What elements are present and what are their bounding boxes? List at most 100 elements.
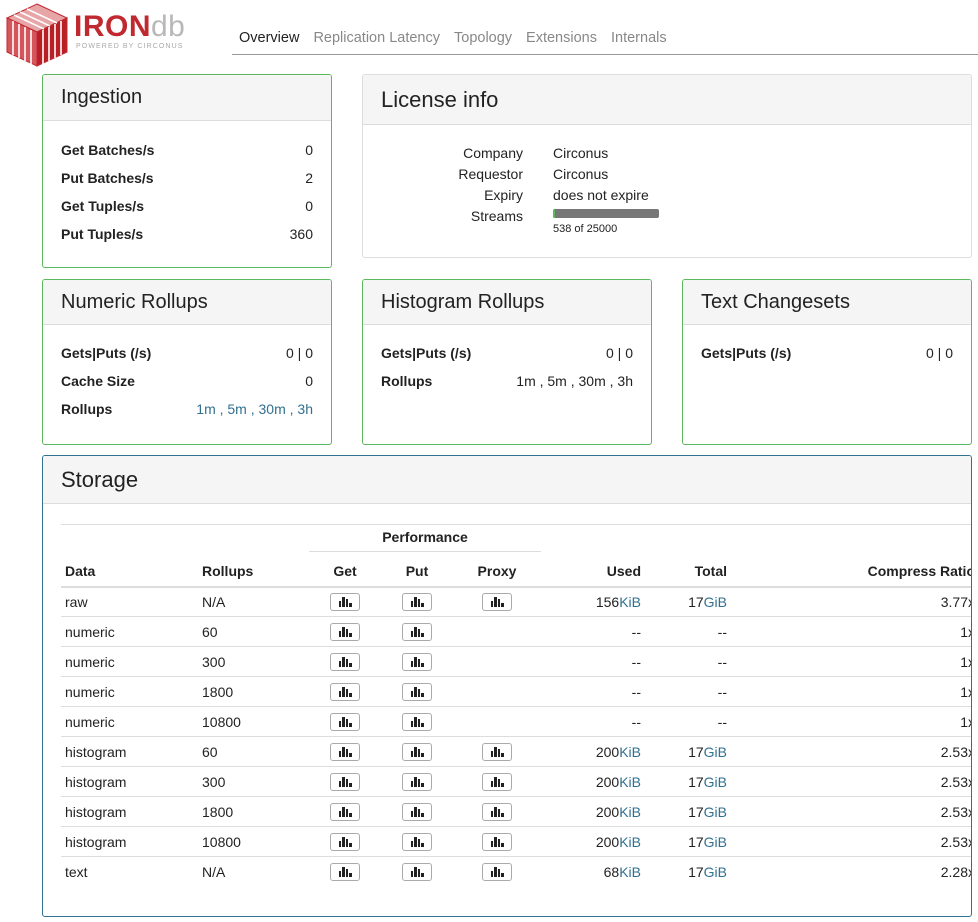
total-value: -- xyxy=(717,683,727,700)
get-chart-button[interactable] xyxy=(330,652,360,671)
col-data-header: Data xyxy=(61,555,198,588)
put-chart-button[interactable] xyxy=(402,712,432,731)
panel-title: Histogram Rollups xyxy=(363,280,651,325)
cell-used: 200KiB xyxy=(541,796,645,827)
cell-rollups: 60 xyxy=(198,736,309,767)
get-chart-button[interactable] xyxy=(330,802,360,821)
cell-put xyxy=(381,616,453,647)
put-chart-button[interactable] xyxy=(402,652,432,671)
total-value: 17 xyxy=(688,833,704,850)
put-chart-button[interactable] xyxy=(402,802,432,821)
panel-title: Numeric Rollups xyxy=(43,280,331,325)
irondb-logo[interactable]: IRONdb POWERED BY CIRCONUS xyxy=(5,2,195,70)
nav-overview[interactable]: Overview xyxy=(239,30,299,46)
cell-compress-ratio: 2.53x xyxy=(731,766,971,797)
kv-get-tuples: Get Tuples/s 0 xyxy=(61,198,313,214)
cell-compress-ratio: 1x xyxy=(731,706,971,737)
streams-count: 538 of 25000 xyxy=(553,223,618,235)
total-unit: GiB xyxy=(703,773,727,790)
cell-put xyxy=(381,676,453,707)
cell-compress-ratio: 1x xyxy=(731,616,971,647)
streams-label: Streams xyxy=(470,208,523,224)
put-chart-button[interactable] xyxy=(402,622,432,641)
cell-used: -- xyxy=(541,676,645,707)
cell-get xyxy=(309,646,381,677)
get-chart-button[interactable] xyxy=(330,682,360,701)
col-total-header: Total xyxy=(645,555,731,588)
cell-proxy xyxy=(453,796,541,827)
get-chart-button[interactable] xyxy=(330,622,360,641)
cell-used: 68KiB xyxy=(541,856,645,887)
cell-used: -- xyxy=(541,646,645,677)
used-value: -- xyxy=(631,683,641,700)
storage-table: Performance Data Rollups Get Put Proxy U… xyxy=(61,524,971,887)
cell-compress-ratio: 1x xyxy=(731,646,971,677)
get-chart-button[interactable] xyxy=(330,592,360,611)
cell-get xyxy=(309,616,381,647)
cell-data: histogram xyxy=(61,766,198,797)
cell-compress-ratio: 1x xyxy=(731,676,971,707)
proxy-chart-button[interactable] xyxy=(482,802,512,821)
cell-data: histogram xyxy=(61,796,198,827)
col-rollups-header: Rollups xyxy=(198,555,309,588)
cell-used: 200KiB xyxy=(541,826,645,857)
cell-total: 17GiB xyxy=(645,766,731,797)
proxy-chart-button[interactable] xyxy=(482,742,512,761)
used-value: 200 xyxy=(595,803,620,820)
ingestion-panel: Ingestion Get Batches/s 0 Put Batches/s 2 … xyxy=(42,74,332,268)
cell-total: 17GiB xyxy=(645,826,731,857)
storage-body: Performance Data Rollups Get Put Proxy U… xyxy=(43,504,971,916)
put-chart-button[interactable] xyxy=(402,742,432,761)
col-used-header: Used xyxy=(541,555,645,588)
histogram-rollups-panel: Histogram Rollups Gets|Puts (/s) 0 | 0 Ro… xyxy=(362,279,652,445)
table-header-row: Data Rollups Get Put Proxy Used Total Co… xyxy=(61,555,971,588)
cell-rollups: 1800 xyxy=(198,796,309,827)
put-chart-button[interactable] xyxy=(402,592,432,611)
nav-extensions[interactable]: Extensions xyxy=(526,30,597,46)
panel-title: License info xyxy=(363,75,971,125)
put-chart-button[interactable] xyxy=(402,682,432,701)
total-unit: GiB xyxy=(703,803,727,820)
get-chart-button[interactable] xyxy=(330,832,360,851)
expiry-value: does not expire xyxy=(553,187,649,203)
put-chart-button[interactable] xyxy=(402,772,432,791)
cell-total: -- xyxy=(645,676,731,707)
proxy-chart-button[interactable] xyxy=(482,592,512,611)
total-value: 17 xyxy=(688,593,704,610)
get-chart-button[interactable] xyxy=(330,712,360,731)
nav-internals[interactable]: Internals xyxy=(611,30,667,46)
kv-rollups: Rollups 1m , 5m , 30m , 3h xyxy=(381,373,633,389)
cell-rollups: 1800 xyxy=(198,676,309,707)
get-chart-button[interactable] xyxy=(330,772,360,791)
proxy-chart-button[interactable] xyxy=(482,832,512,851)
used-value: 200 xyxy=(595,833,620,850)
used-value: -- xyxy=(631,653,641,670)
cell-total: 17GiB xyxy=(645,796,731,827)
cell-compress-ratio: 3.77x xyxy=(731,586,971,617)
table-row: text N/A 68KiB 17GiB 2.28x xyxy=(61,856,971,887)
kv-rollups: Rollups 1m , 5m , 30m , 3h xyxy=(61,401,313,417)
rollups-value: 1m , 5m , 30m , 3h xyxy=(196,401,313,417)
cell-total: -- xyxy=(645,646,731,677)
cell-put xyxy=(381,856,453,887)
cell-proxy xyxy=(453,616,541,647)
nav-replication-latency[interactable]: Replication Latency xyxy=(313,30,440,46)
license-panel: License info Company Circonus Requestor … xyxy=(362,74,972,258)
proxy-chart-button[interactable] xyxy=(482,772,512,791)
cell-get xyxy=(309,736,381,767)
nav-topology[interactable]: Topology xyxy=(454,30,512,46)
proxy-chart-button[interactable] xyxy=(482,862,512,881)
used-value: 200 xyxy=(595,743,620,760)
cell-proxy xyxy=(453,676,541,707)
put-chart-button[interactable] xyxy=(402,832,432,851)
cell-proxy xyxy=(453,706,541,737)
used-unit: KiB xyxy=(619,833,641,850)
table-row: numeric60----1x xyxy=(61,616,971,647)
total-unit: GiB xyxy=(703,593,727,610)
put-chart-button[interactable] xyxy=(402,862,432,881)
get-chart-button[interactable] xyxy=(330,862,360,881)
cell-data: text xyxy=(61,856,198,887)
cell-proxy xyxy=(453,736,541,767)
cell-data: numeric xyxy=(61,676,198,707)
get-chart-button[interactable] xyxy=(330,742,360,761)
